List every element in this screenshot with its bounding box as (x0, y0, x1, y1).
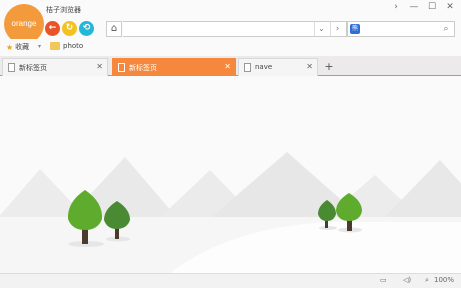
address-bar: ⌄ › (123, 21, 347, 42)
bookmark-folder-photo[interactable]: photo (50, 42, 83, 50)
bookmark-folder-label: photo (63, 42, 84, 50)
tab-close-icon[interactable]: ✕ (224, 62, 231, 71)
window-controls: › — ☐ ✕ (389, 1, 457, 13)
chevron-down-icon[interactable]: ⌄ (314, 22, 328, 36)
bookmarks-bar: ★ 收藏 ▾ photo (0, 39, 461, 55)
app-title: 桔子浏览器 (46, 6, 81, 14)
search-engine-icon[interactable]: 熊 (350, 24, 360, 34)
tab-label: 新标签页 (19, 64, 47, 72)
new-tab-button[interactable]: + (321, 59, 337, 75)
landscape-illustration (0, 152, 461, 273)
tab-nave[interactable]: nave ✕ (238, 58, 318, 76)
search-input[interactable] (362, 22, 440, 36)
orange-logo[interactable]: orange (4, 4, 44, 44)
favorites-button[interactable]: ★ 收藏 (6, 42, 29, 52)
refresh-button[interactable]: ⟲ (79, 21, 94, 36)
favorites-label: 收藏 (15, 43, 30, 51)
tab-strip: 新标签页 ✕ 新标签页 ✕ nave ✕ + (0, 56, 461, 76)
new-tab-page (0, 77, 461, 273)
forward-button[interactable]: ↻ (62, 21, 77, 36)
favorites-dropdown-icon[interactable]: ▾ (38, 43, 41, 50)
tab-label: 新标签页 (129, 64, 157, 72)
close-button[interactable]: ✕ (443, 1, 457, 13)
zoom-icon[interactable]: ⌕ (425, 276, 429, 285)
page-icon (8, 63, 15, 72)
zoom-level[interactable]: 100% (434, 276, 454, 284)
search-icon[interactable]: ⌕ (440, 22, 452, 36)
tab-close-icon[interactable]: ✕ (96, 62, 103, 71)
title-bar: 桔子浏览器 › — ☐ ✕ (0, 0, 461, 20)
page-icon (118, 63, 125, 72)
go-button[interactable]: › (330, 22, 344, 36)
home-icon[interactable]: ⌂ (106, 21, 122, 37)
tab-close-icon[interactable]: ✕ (306, 62, 313, 71)
menu-chevron-icon[interactable]: › (389, 1, 403, 13)
window-icon[interactable]: ▭ (380, 276, 387, 284)
status-bar: ▭ ◁) ⌕ 100% (0, 273, 461, 288)
tab-label: nave (255, 63, 273, 71)
folder-icon (50, 42, 60, 50)
back-button[interactable]: ← (45, 21, 60, 36)
page-icon (244, 63, 251, 72)
search-bar: 熊 ⌕ (347, 21, 455, 37)
star-icon: ★ (6, 42, 14, 52)
tab-new-active[interactable]: 新标签页 ✕ (112, 58, 236, 76)
maximize-button[interactable]: ☐ (425, 1, 439, 13)
sound-icon[interactable]: ◁) (403, 276, 411, 284)
minimize-button[interactable]: — (407, 1, 421, 13)
tab-new-1[interactable]: 新标签页 ✕ (2, 58, 108, 76)
